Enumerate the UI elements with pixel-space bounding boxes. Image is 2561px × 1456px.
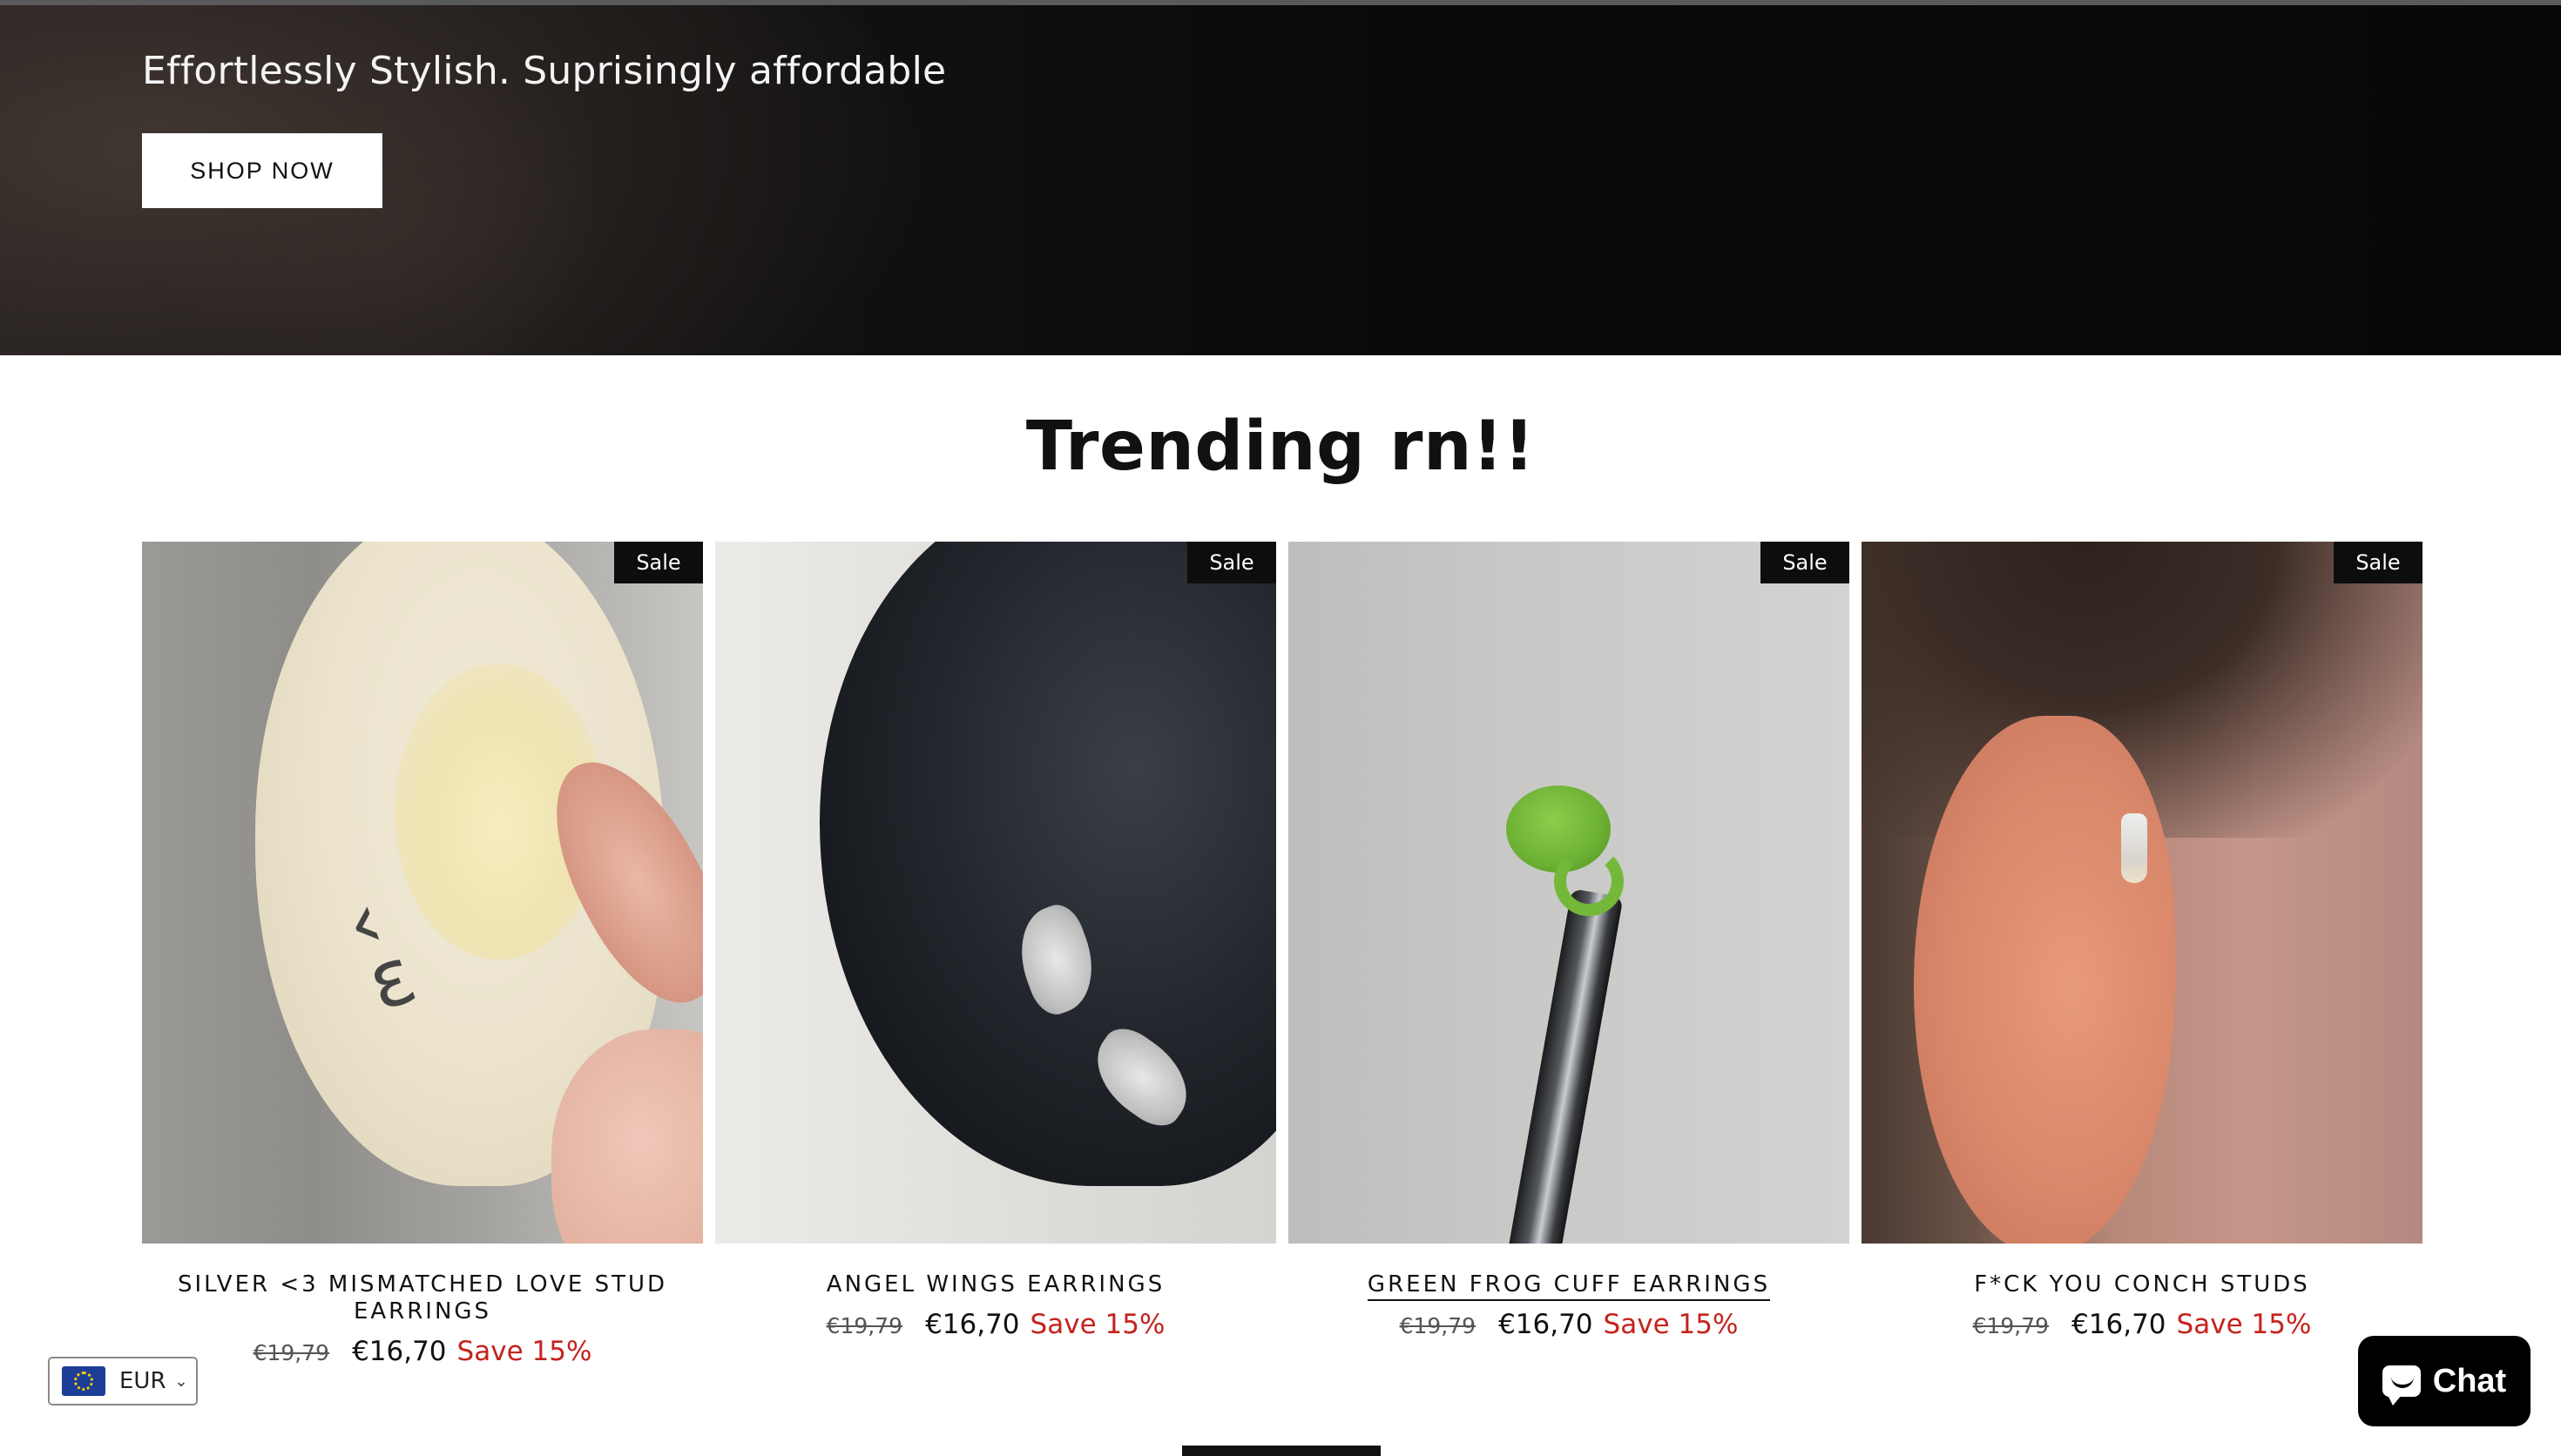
product-price: €19,79 €16,70 Save 15% [715,1309,1276,1340]
sale-badge: Sale [1187,542,1276,583]
chevron-down-icon: ⌄ [174,1372,188,1390]
product-title[interactable]: GREEN FROG CUFF EARRINGS [1288,1271,1849,1301]
eu-flag-icon [62,1366,105,1396]
product-image[interactable]: Sale [715,542,1276,1244]
hero-banner: Effortlessly Stylish. Suprisingly afford… [0,5,2561,355]
sale-badge: Sale [1760,542,1849,583]
original-price: €19,79 [1972,1313,2050,1338]
sale-price: €16,70 [352,1336,447,1367]
chat-bubble-icon [2382,1365,2421,1405]
hero-tagline: Effortlessly Stylish. Suprisingly afford… [142,49,947,93]
chat-label: Chat [2432,1362,2507,1399]
save-label: Save 15% [1030,1309,1166,1340]
product-price: €19,79 €16,70 Save 15% [142,1336,703,1367]
sale-badge: Sale [614,542,703,583]
product-card[interactable]: Sale GREEN FROG CUFF EARRINGS €19,79 €16… [1288,542,1849,1340]
product-price: €19,79 €16,70 Save 15% [1288,1309,1849,1340]
save-label: Save 15% [456,1336,592,1367]
currency-code: EUR [119,1368,166,1394]
product-card[interactable]: Sale F*CK YOU CONCH STUDS €19,79 €16,70 … [1862,542,2422,1340]
product-image[interactable]: Sale [1862,542,2422,1244]
slider-progress-indicator[interactable] [1182,1446,1381,1456]
product-image[interactable]: ‹ ɛ Sale [142,542,703,1244]
stud-earring [2121,813,2147,883]
section-title: Trending rn!! [1025,408,1536,486]
product-card[interactable]: Sale ANGEL WINGS EARRINGS €19,79 €16,70 … [715,542,1276,1340]
currency-selector[interactable]: EUR ⌄ [48,1357,198,1405]
save-label: Save 15% [2176,1309,2312,1340]
sale-badge: Sale [2334,542,2422,583]
chat-button[interactable]: Chat [2358,1336,2531,1426]
product-title[interactable]: ANGEL WINGS EARRINGS [715,1271,1276,1298]
save-label: Save 15% [1603,1309,1739,1340]
product-title[interactable]: F*CK YOU CONCH STUDS [1862,1271,2422,1298]
product-image[interactable]: Sale [1288,542,1849,1244]
sale-price: €16,70 [2071,1309,2166,1340]
original-price: €19,79 [826,1313,903,1338]
product-price: €19,79 €16,70 Save 15% [1862,1309,2422,1340]
original-price: €19,79 [253,1340,330,1365]
product-card[interactable]: ‹ ɛ Sale SILVER <3 MISMATCHED LOVE STUD … [142,542,703,1367]
sale-price: €16,70 [1498,1309,1593,1340]
shop-now-button[interactable]: SHOP NOW [142,133,382,208]
product-title[interactable]: SILVER <3 MISMATCHED LOVE STUD EARRINGS [142,1271,703,1325]
tweezer [1502,888,1624,1244]
sale-price: €16,70 [925,1309,1020,1340]
original-price: €19,79 [1399,1313,1476,1338]
